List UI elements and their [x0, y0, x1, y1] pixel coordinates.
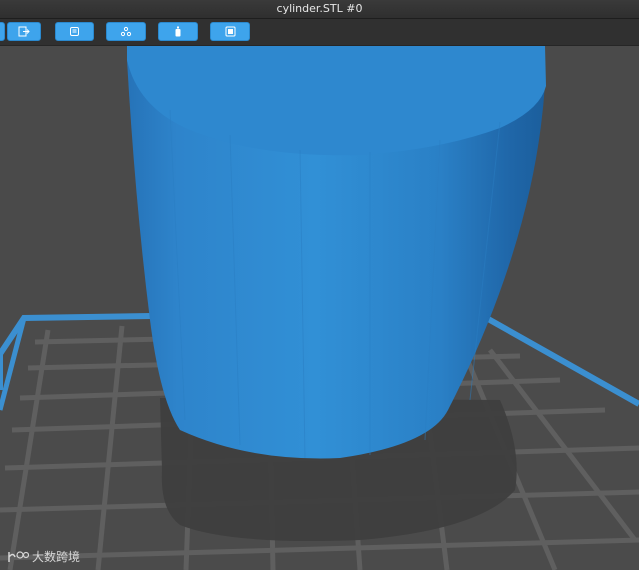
- layers-icon: [70, 27, 79, 36]
- layers-button[interactable]: [55, 22, 94, 41]
- support-icon: [120, 26, 132, 37]
- watermark-text: 大数跨境: [32, 550, 81, 564]
- support-button[interactable]: [106, 22, 146, 41]
- bottle-button[interactable]: [158, 22, 198, 41]
- scene-canvas: [0, 46, 639, 570]
- export-icon: [18, 26, 30, 37]
- watermark-logo-icon: [8, 550, 29, 562]
- watermark: 大数跨境: [7, 548, 80, 565]
- toolbar-button-partial[interactable]: [0, 22, 5, 41]
- view-icon: [225, 26, 235, 37]
- toolbar: [0, 19, 639, 46]
- title-bar: cylinder.STL #0: [0, 0, 639, 19]
- view-button[interactable]: [210, 22, 250, 41]
- bottle-icon: [175, 26, 181, 37]
- window-title: cylinder.STL #0: [276, 2, 363, 15]
- export-button[interactable]: [7, 22, 41, 41]
- 3d-viewport[interactable]: 大数跨境: [0, 46, 639, 570]
